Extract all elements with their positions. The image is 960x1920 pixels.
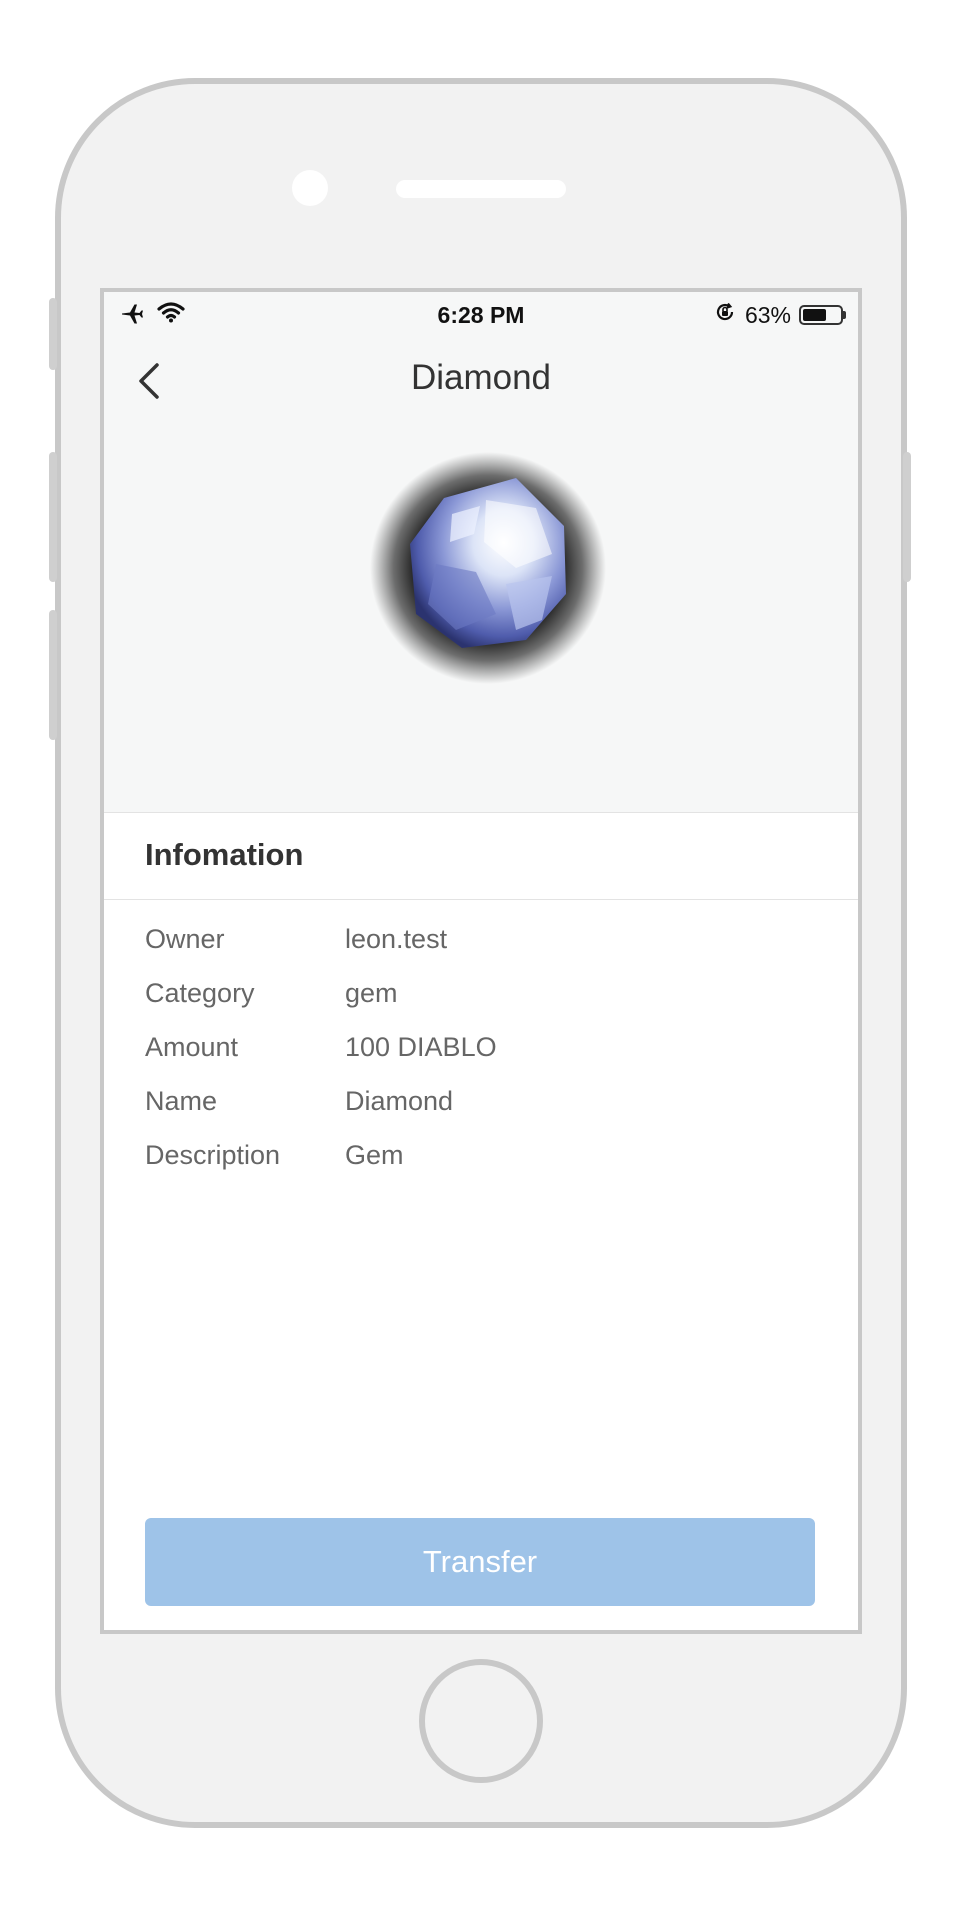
info-section-title: Infomation — [145, 837, 304, 872]
status-right: 63% — [713, 300, 846, 330]
info-value: gem — [345, 977, 398, 1008]
info-value: leon.test — [345, 923, 448, 954]
transfer-button[interactable]: Transfer — [145, 1518, 815, 1606]
info-label: Name — [145, 1085, 218, 1116]
info-row-category: Category gem — [145, 966, 825, 1020]
item-header-area: 6:28 PM 63% Diamond — [104, 292, 858, 812]
battery-cap — [843, 311, 846, 319]
info-value: Diamond — [345, 1085, 454, 1116]
info-row-amount: Amount 100 DIABLO — [145, 1020, 825, 1074]
power-button — [903, 452, 911, 582]
info-row-owner: Owner leon.test — [145, 912, 825, 966]
front-camera — [292, 170, 328, 206]
info-value: Gem — [345, 1139, 404, 1170]
info-section-header: Infomation — [104, 812, 858, 900]
info-label: Owner — [145, 923, 225, 954]
info-row-description: Description Gem — [145, 1128, 825, 1182]
info-row-name: Name Diamond — [145, 1074, 825, 1128]
battery-icon — [799, 305, 846, 325]
info-label: Category — [145, 977, 255, 1008]
mute-switch — [49, 298, 57, 370]
battery-fill — [803, 309, 826, 321]
page-title: Diamond — [410, 358, 552, 397]
info-list: Owner leon.test Category gem Amount 100 … — [145, 912, 825, 1182]
info-label: Description — [145, 1139, 281, 1170]
home-button[interactable] — [419, 1659, 543, 1783]
diamond-gem-image — [366, 444, 606, 684]
info-value: 100 DIABLO — [345, 1031, 497, 1062]
earpiece-speaker — [396, 180, 566, 198]
rotation-lock-icon — [713, 300, 737, 330]
battery-percent: 63% — [744, 301, 791, 328]
volume-down-button — [49, 610, 57, 740]
nav-bar: Diamond — [104, 346, 858, 416]
battery-body — [799, 305, 843, 325]
volume-up-button — [49, 452, 57, 582]
app-screen: 6:28 PM 63% Diamond Infomation Owner leo… — [100, 288, 862, 1634]
status-bar: 6:28 PM 63% — [104, 292, 858, 336]
info-label: Amount — [145, 1031, 239, 1062]
